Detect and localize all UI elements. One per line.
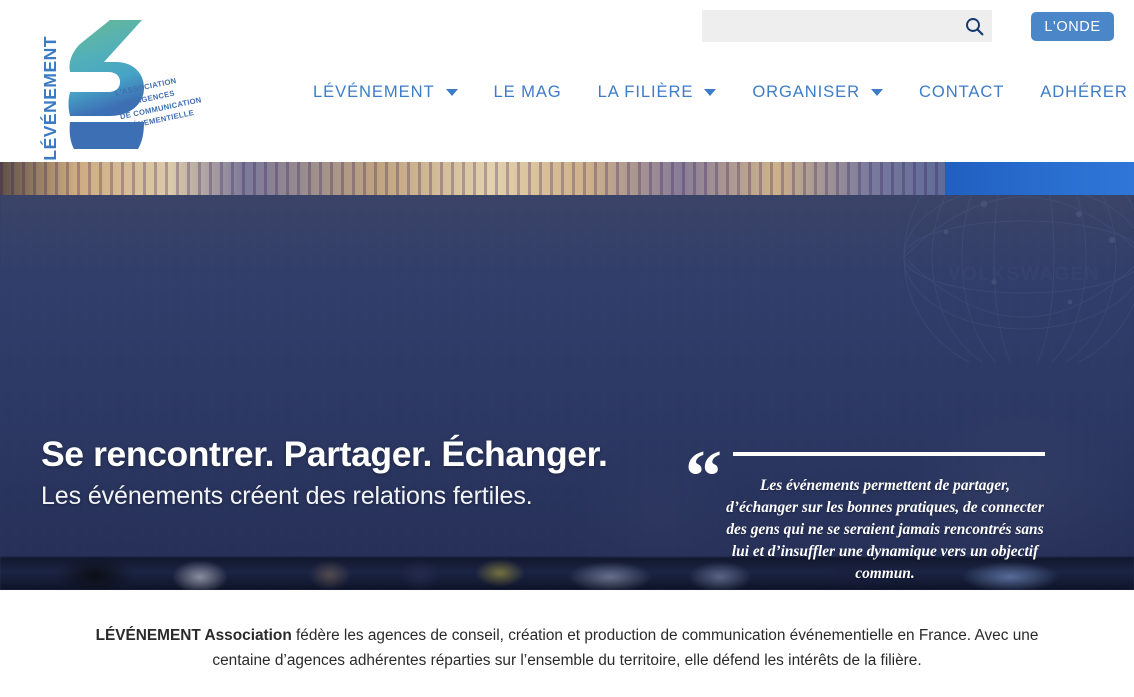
- search-input[interactable]: [702, 10, 956, 42]
- hero-content: Se rencontrer. Partager. Échanger. Les é…: [0, 162, 1134, 590]
- quote-text: Les événements permettent de partager, d…: [726, 477, 1044, 582]
- onde-button[interactable]: L'ONDE: [1031, 12, 1114, 41]
- chevron-down-icon: [704, 88, 717, 96]
- nav-label: LE MAG: [493, 82, 562, 101]
- intro-section: LÉVÉNEMENT Association fédère les agence…: [0, 590, 1134, 697]
- quote-close-mark: ”: [1048, 579, 1085, 590]
- hero-quote: “ Les événements permettent de partager,…: [685, 439, 1085, 590]
- nav-item-le-mag[interactable]: LE MAG: [476, 82, 580, 102]
- quote-rule-top: [733, 452, 1045, 456]
- hero-subtitle: Les événements créent des relations fert…: [41, 482, 533, 510]
- hero-title: Se rencontrer. Partager. Échanger.: [41, 434, 608, 474]
- chevron-down-icon: [445, 88, 458, 96]
- site-header: LÉVÉNEMENT L'ASSOCIATION DES AGENCES DE …: [0, 0, 1134, 162]
- main-navigation: LÉVÉNEMENT LE MAG LA FILIÈRE ORGANISER C…: [295, 82, 1134, 102]
- nav-item-organiser[interactable]: ORGANISER: [734, 82, 901, 102]
- intro-paragraph: LÉVÉNEMENT Association fédère les agence…: [67, 624, 1067, 674]
- intro-line-1-rest: fédère les agences de conseil, création …: [291, 627, 972, 644]
- intro-lead: LÉVÉNEMENT Association: [95, 627, 292, 644]
- nav-label: ORGANISER: [752, 82, 860, 101]
- nav-label: ADHÉRER: [1040, 82, 1128, 101]
- nav-item-adherer[interactable]: ADHÉRER: [1022, 82, 1134, 102]
- nav-label: CONTACT: [919, 82, 1005, 101]
- nav-item-contact[interactable]: CONTACT: [901, 82, 1022, 102]
- page-root: LÉVÉNEMENT L'ASSOCIATION DES AGENCES DE …: [0, 0, 1134, 697]
- nav-label: LA FILIÈRE: [597, 82, 694, 101]
- search-submit-button[interactable]: [956, 10, 992, 42]
- nav-item-la-filiere[interactable]: LA FILIÈRE: [580, 82, 735, 102]
- chevron-down-icon: [871, 88, 883, 96]
- site-logo[interactable]: LÉVÉNEMENT L'ASSOCIATION DES AGENCES DE …: [20, 10, 202, 161]
- quote-open-mark: “: [685, 436, 722, 518]
- logo-wordmark: LÉVÉNEMENT: [40, 36, 60, 161]
- nav-item-levenement[interactable]: LÉVÉNEMENT: [295, 82, 476, 102]
- hero-banner: VOLKSWAGEN Se rencontrer. Partager. Écha…: [0, 162, 1134, 590]
- search-icon: [965, 17, 983, 35]
- nav-label: LÉVÉNEMENT: [313, 82, 435, 101]
- search-box[interactable]: [702, 10, 992, 42]
